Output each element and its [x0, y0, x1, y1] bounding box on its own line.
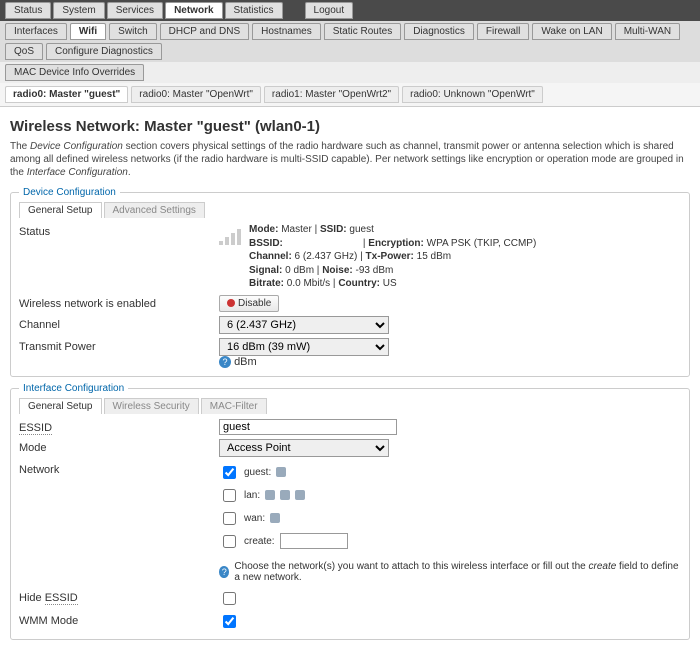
page-description: The Device Configuration section covers …	[10, 140, 690, 179]
net-icon	[270, 513, 280, 523]
radio-tab[interactable]: radio0: Unknown "OpenWrt"	[402, 86, 543, 103]
interface-configuration: Interface Configuration General Setup Wi…	[10, 383, 690, 640]
net-create-checkbox[interactable]	[223, 535, 236, 548]
net-create-input[interactable]	[280, 533, 348, 549]
net-guest-checkbox[interactable]	[223, 466, 236, 479]
nav-sub-item[interactable]: Multi-WAN	[615, 23, 680, 40]
nav-sub-item[interactable]: Wake on LAN	[532, 23, 611, 40]
device-configuration: Device Configuration General Setup Advan…	[10, 187, 690, 377]
hide-essid-checkbox[interactable]	[223, 592, 236, 605]
help-icon[interactable]: ?	[219, 356, 231, 368]
net-icon	[265, 490, 275, 500]
label-essid[interactable]: ESSID	[19, 422, 52, 435]
tab-if-macfilter[interactable]: MAC-Filter	[201, 398, 267, 414]
label-txpower: Transmit Power	[19, 338, 219, 353]
radio-tab[interactable]: radio1: Master "OpenWrt2"	[264, 86, 399, 103]
tab-advanced-settings[interactable]: Advanced Settings	[104, 202, 205, 218]
essid-acronym[interactable]: ESSID	[45, 592, 78, 605]
label-channel: Channel	[19, 316, 219, 331]
nav-sub-item[interactable]: Diagnostics	[404, 23, 474, 40]
label-network: Network	[19, 461, 219, 476]
net-name: lan:	[244, 490, 260, 501]
txpower-select[interactable]: 16 dBm (39 mW)	[219, 338, 389, 356]
nav-sub-item[interactable]: Static Routes	[324, 23, 401, 40]
nav-sub-item[interactable]: Wifi	[70, 23, 106, 40]
tab-if-security[interactable]: Wireless Security	[104, 398, 199, 414]
nav-top-statistics[interactable]: Statistics	[225, 2, 283, 19]
net-lan-checkbox[interactable]	[223, 489, 236, 502]
disable-icon	[227, 299, 235, 307]
nav-top-services[interactable]: Services	[107, 2, 163, 19]
radio-tab[interactable]: radio0: Master "guest"	[5, 86, 128, 103]
signal-icon	[219, 223, 241, 245]
page-title: Wireless Network: Master "guest" (wlan0-…	[10, 118, 690, 135]
fieldset-legend: Device Configuration	[19, 187, 120, 198]
fieldset-legend: Interface Configuration	[19, 383, 128, 394]
wmm-checkbox[interactable]	[223, 615, 236, 628]
net-icon	[276, 467, 286, 477]
help-icon[interactable]: ?	[219, 566, 229, 578]
nav-sub-item[interactable]: Hostnames	[252, 23, 321, 40]
essid-input[interactable]	[219, 419, 397, 435]
network-hint: Choose the network(s) you want to attach…	[234, 561, 681, 583]
logout-button[interactable]: Logout	[305, 2, 354, 19]
status-text: Mode: Master | SSID: guest BSSID:| Encry…	[249, 223, 536, 291]
disable-button[interactable]: Disable	[219, 295, 279, 312]
label-wmm: WMM Mode	[19, 612, 219, 627]
net-icon	[280, 490, 290, 500]
nav-top-network[interactable]: Network	[165, 2, 222, 19]
radio-tab[interactable]: radio0: Master "OpenWrt"	[131, 86, 261, 103]
nav-sub-item[interactable]: Firewall	[477, 23, 529, 40]
txpower-unit: dBm	[234, 356, 257, 368]
nav-sub2[interactable]: MAC Device Info Overrides	[5, 64, 144, 81]
net-wan-checkbox[interactable]	[223, 512, 236, 525]
nav-top-system[interactable]: System	[53, 2, 104, 19]
net-name: wan:	[244, 513, 265, 524]
net-icon	[295, 490, 305, 500]
tab-general-setup[interactable]: General Setup	[19, 202, 102, 218]
tab-if-general[interactable]: General Setup	[19, 398, 102, 414]
net-name: guest:	[244, 467, 271, 478]
label-hide-essid: Hide ESSID	[19, 589, 219, 604]
label-enabled: Wireless network is enabled	[19, 295, 219, 310]
nav-top-status[interactable]: Status	[5, 2, 51, 19]
label-mode: Mode	[19, 439, 219, 454]
label-status: Status	[19, 223, 219, 238]
nav-sub-item[interactable]: Interfaces	[5, 23, 67, 40]
nav-sub-item[interactable]: QoS	[5, 43, 43, 60]
channel-select[interactable]: 6 (2.437 GHz)	[219, 316, 389, 334]
nav-sub-item[interactable]: DHCP and DNS	[160, 23, 250, 40]
mode-select[interactable]: Access Point	[219, 439, 389, 457]
net-create-label: create:	[244, 536, 275, 547]
nav-sub-item[interactable]: Configure Diagnostics	[46, 43, 162, 60]
nav-sub-item[interactable]: Switch	[109, 23, 156, 40]
